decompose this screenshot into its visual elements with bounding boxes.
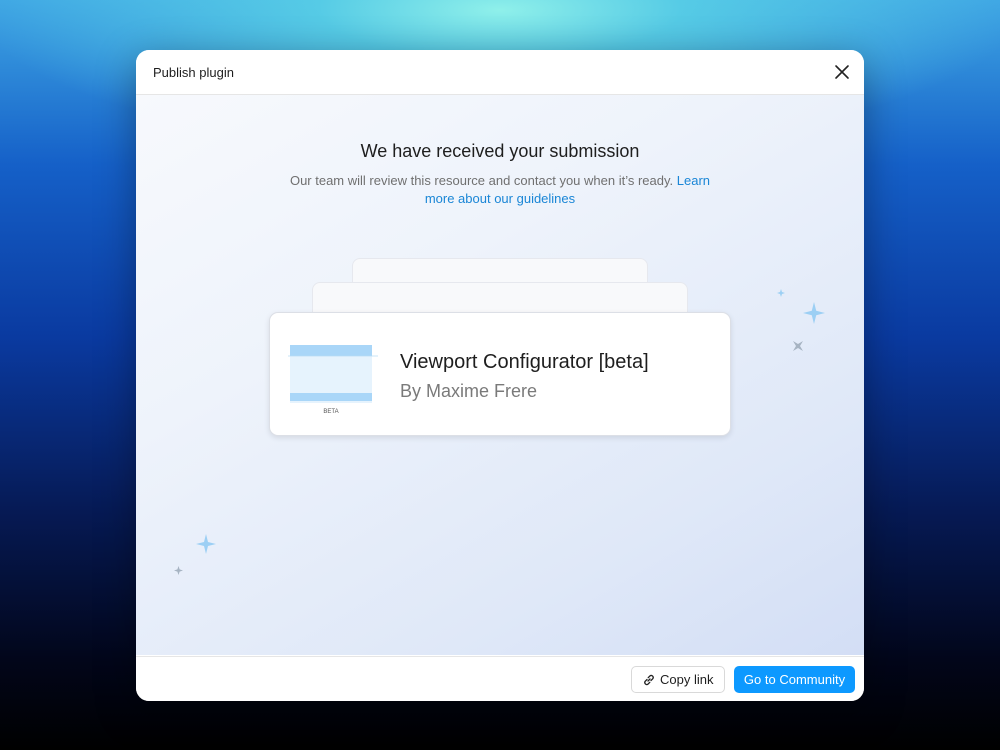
publish-plugin-dialog: Publish plugin We have received your sub… [136,50,864,701]
sparkle-icon [793,341,803,351]
sparkle-icon [803,302,825,324]
close-icon[interactable] [832,62,852,82]
submission-heading: We have received your submission [360,141,640,161]
plugin-card: BETA Viewport Configurator [beta] By Max… [269,312,731,436]
copy-link-button[interactable]: Copy link [631,666,725,693]
sparkle-icon [196,534,216,554]
sparkle-icon [174,566,183,575]
plugin-thumbnail: BETA [288,345,378,415]
dialog-body: We have received your submission Our tea… [136,95,864,655]
dialog-header: Publish plugin [136,50,864,95]
plugin-name: Viewport Configurator [beta] [400,351,649,373]
dialog-title: Publish plugin [153,65,234,80]
link-icon [644,674,654,686]
copy-link-label: Copy link [660,672,714,687]
submission-message: Our team will review this resource and c… [276,172,724,208]
review-message: Our team will review this resource and c… [289,173,674,188]
sparkle-icon [777,289,785,297]
thumbnail-badge: BETA [323,409,338,415]
dialog-footer: Copy link Go to Community [136,656,864,701]
plugin-author: By Maxime Frere [400,381,538,401]
go-to-community-button[interactable]: Go to Community [734,666,855,693]
